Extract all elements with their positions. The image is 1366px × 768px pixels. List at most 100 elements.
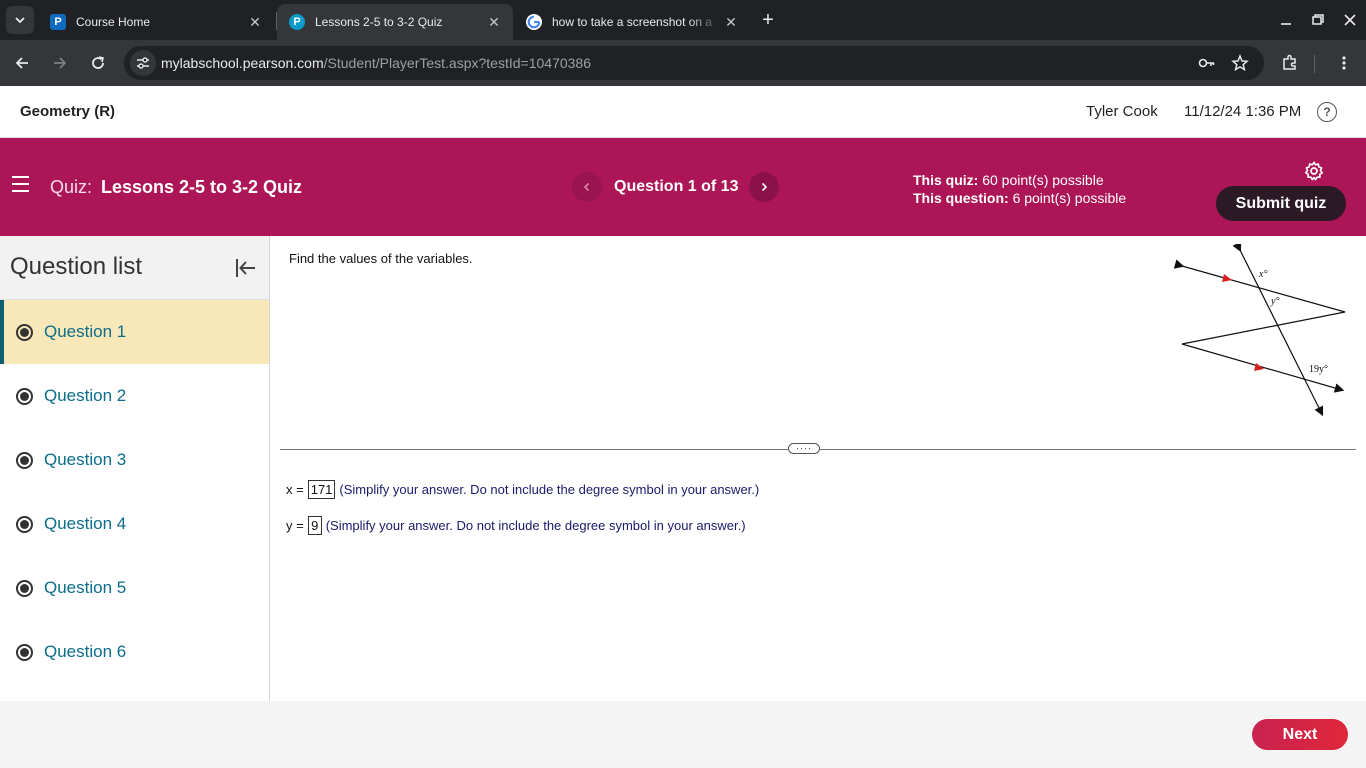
figure-label-19y: 19y° bbox=[1309, 364, 1328, 375]
figure-label-y: y° bbox=[1270, 296, 1279, 307]
more-vert-icon bbox=[1342, 56, 1346, 70]
current-datetime: 11/12/24 1:36 PM bbox=[1184, 103, 1302, 120]
answer-row-x: x = 171 (Simplify your answer. Do not in… bbox=[286, 480, 759, 499]
question-list-item-label: Question 2 bbox=[44, 386, 127, 405]
pearson-p-icon: P bbox=[50, 14, 66, 30]
reload-icon bbox=[92, 56, 104, 69]
tab-search-button[interactable] bbox=[6, 6, 34, 34]
figure-line bbox=[1181, 311, 1346, 345]
answer-input-y[interactable]: 9 bbox=[307, 516, 322, 535]
question-list-item-label: Question 4 bbox=[44, 514, 127, 533]
close-tab-icon[interactable]: ✕ bbox=[246, 13, 264, 31]
tab-title: Course Home bbox=[76, 15, 151, 29]
back-arrow-icon bbox=[15, 57, 28, 69]
new-tab-button[interactable]: + bbox=[756, 8, 780, 32]
question-list-item-6[interactable]: Question 6 bbox=[0, 620, 269, 684]
google-g-icon bbox=[526, 14, 542, 30]
tab-title: how to take a screenshot on a bbox=[552, 15, 713, 29]
question-status-radio-icon bbox=[16, 579, 33, 597]
close-tab-icon[interactable]: ✕ bbox=[485, 13, 503, 31]
pane-resize-handle[interactable]: ···· bbox=[788, 443, 820, 454]
browser-tab-google-search[interactable]: how to take a screenshot on a ✕ bbox=[514, 4, 750, 40]
question-list-item-1[interactable]: Question 1 bbox=[0, 300, 269, 364]
course-header: Geometry (R) Tyler Cook 11/12/24 1:36 PM… bbox=[0, 86, 1366, 138]
question-list-panel: Question list Question 1 Question 2 Ques… bbox=[0, 236, 270, 701]
question-list-item-label: Question 6 bbox=[44, 642, 127, 661]
geometry-figure: x° y° 19y° bbox=[1173, 244, 1346, 417]
forward-arrow-icon bbox=[54, 57, 67, 69]
next-question-button[interactable] bbox=[749, 172, 779, 202]
reload-button[interactable] bbox=[84, 49, 112, 77]
previous-question-button[interactable] bbox=[572, 172, 602, 202]
browser-tab-strip: P Course Home ✕ P Lessons 2-5 to 3-2 Qui… bbox=[0, 0, 1366, 40]
answer-prefix: y = bbox=[286, 518, 304, 533]
help-icon[interactable]: ? bbox=[1317, 102, 1337, 122]
tune-icon bbox=[137, 57, 149, 69]
footer-bar: Next bbox=[0, 701, 1366, 768]
question-points: This question: 6 point(s) possible bbox=[913, 190, 1126, 206]
question-list-item-label: Question 1 bbox=[44, 322, 127, 341]
question-status-radio-icon bbox=[16, 451, 33, 469]
question-points-label: This question: bbox=[913, 190, 1009, 206]
answer-input-x[interactable]: 171 bbox=[307, 480, 336, 499]
site-info-button[interactable] bbox=[130, 50, 156, 76]
question-list-item-2[interactable]: Question 2 bbox=[0, 364, 269, 428]
user-name: Tyler Cook bbox=[1086, 103, 1158, 120]
browser-tab-course-home[interactable]: P Course Home ✕ bbox=[38, 4, 274, 40]
close-icon bbox=[1344, 14, 1356, 26]
password-key-icon[interactable] bbox=[1197, 53, 1217, 73]
submit-quiz-button[interactable]: Submit quiz bbox=[1216, 186, 1346, 221]
chevron-left-icon bbox=[583, 182, 590, 192]
question-status-radio-icon bbox=[16, 387, 33, 405]
question-list-item-4[interactable]: Question 4 bbox=[0, 492, 269, 556]
quiz-points: This quiz: 60 point(s) possible bbox=[913, 172, 1104, 188]
question-list-title: Question list bbox=[10, 253, 143, 280]
forward-button[interactable] bbox=[46, 49, 74, 77]
address-bar[interactable]: mylabschool.pearson.com/Student/PlayerTe… bbox=[124, 46, 1264, 80]
restore-button[interactable] bbox=[1303, 0, 1333, 40]
pearson-p-icon: P bbox=[289, 14, 305, 30]
figure-line bbox=[1232, 244, 1324, 417]
settings-gear-icon[interactable] bbox=[1303, 160, 1325, 182]
question-status-radio-icon bbox=[16, 643, 33, 661]
question-list-header: Question list bbox=[0, 236, 269, 300]
back-button[interactable] bbox=[8, 49, 36, 77]
quiz-title: Lessons 2-5 to 3-2 Quiz bbox=[101, 177, 303, 197]
question-status-radio-icon bbox=[16, 323, 33, 341]
quiz-points-value: 60 point(s) possible bbox=[982, 172, 1104, 188]
browser-toolbar: mylabschool.pearson.com/Student/PlayerTe… bbox=[0, 40, 1366, 86]
answer-prefix: x = bbox=[286, 482, 304, 497]
question-instruction: Find the values of the variables. bbox=[289, 251, 473, 266]
answer-instruction: (Simplify your answer. Do not include th… bbox=[339, 482, 760, 497]
restore-icon bbox=[1312, 14, 1324, 25]
collapse-panel-icon[interactable] bbox=[234, 256, 258, 280]
browser-menu-button[interactable] bbox=[1330, 49, 1358, 77]
extensions-button[interactable] bbox=[1276, 49, 1304, 77]
question-area: Find the values of the variables. x° y° … bbox=[270, 236, 1366, 701]
question-status-radio-icon bbox=[16, 515, 33, 533]
question-counter: Question 1 of 13 bbox=[614, 178, 739, 195]
minimize-icon bbox=[1281, 23, 1291, 25]
question-list-item-5[interactable]: Question 5 bbox=[0, 556, 269, 620]
next-button[interactable]: Next bbox=[1252, 719, 1348, 750]
question-list-item-label: Question 3 bbox=[44, 450, 127, 469]
close-tab-icon[interactable]: ✕ bbox=[722, 13, 740, 31]
url-text: mylabschool.pearson.com/Student/PlayerTe… bbox=[161, 55, 591, 71]
url-path: /Student/PlayerTest.aspx?testId=10470386 bbox=[323, 55, 591, 71]
browser-tab-quiz[interactable]: P Lessons 2-5 to 3-2 Quiz ✕ bbox=[277, 4, 513, 40]
minimize-button[interactable] bbox=[1271, 0, 1301, 40]
figure-label-x: x° bbox=[1258, 269, 1267, 280]
question-list-item-label: Question 5 bbox=[44, 578, 127, 597]
chevron-right-icon bbox=[761, 182, 768, 192]
close-window-button[interactable] bbox=[1335, 0, 1365, 40]
url-host: mylabschool.pearson.com bbox=[161, 55, 324, 71]
bookmark-star-icon[interactable] bbox=[1230, 53, 1250, 73]
question-points-value: 6 point(s) possible bbox=[1012, 190, 1127, 206]
question-list-item-3[interactable]: Question 3 bbox=[0, 428, 269, 492]
quiz-label: Quiz: bbox=[50, 177, 93, 197]
hamburger-menu-icon[interactable] bbox=[12, 176, 32, 196]
answer-row-y: y = 9 (Simplify your answer. Do not incl… bbox=[286, 516, 746, 535]
toolbar-divider bbox=[1314, 55, 1315, 73]
tab-title: Lessons 2-5 to 3-2 Quiz bbox=[315, 15, 443, 29]
chevron-down-icon bbox=[15, 17, 25, 24]
